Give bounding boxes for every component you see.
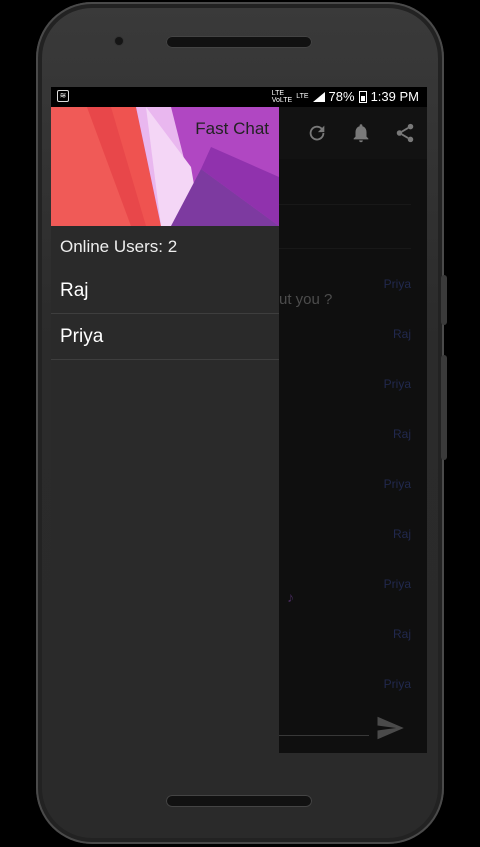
app-title: Fast Chat: [195, 119, 269, 138]
power-button: [441, 355, 447, 460]
user-item-raj[interactable]: Raj: [51, 268, 279, 314]
front-camera: [115, 37, 123, 45]
drawer-scrim[interactable]: [279, 107, 427, 753]
volte-indicator: LTE VoLTE: [271, 89, 293, 104]
volume-button: [441, 275, 447, 325]
earpiece-speaker: [166, 36, 312, 48]
bottom-speaker: [166, 795, 312, 807]
wifi-hotspot-icon: ≋: [57, 90, 69, 102]
battery-percent: 78%: [328, 89, 355, 104]
lte-indicator: LTE: [296, 93, 309, 100]
clock: 1:39 PM: [370, 89, 419, 104]
signal-icon: [312, 91, 325, 102]
user-name: Raj: [60, 280, 89, 301]
user-name: Priya: [60, 326, 104, 347]
drawer-header: Fast Chat: [51, 107, 279, 226]
battery-icon: [358, 90, 367, 103]
screen: ≋ LTE VoLTE LTE 78% 1:39 PM Priya ut you…: [51, 87, 427, 753]
user-item-priya[interactable]: Priya: [51, 314, 279, 360]
navigation-drawer: Fast Chat Online Users: 2 Raj Priya: [51, 107, 279, 753]
online-users-count: Online Users: 2: [60, 237, 178, 256]
status-bar: ≋ LTE VoLTE LTE 78% 1:39 PM: [51, 87, 427, 107]
